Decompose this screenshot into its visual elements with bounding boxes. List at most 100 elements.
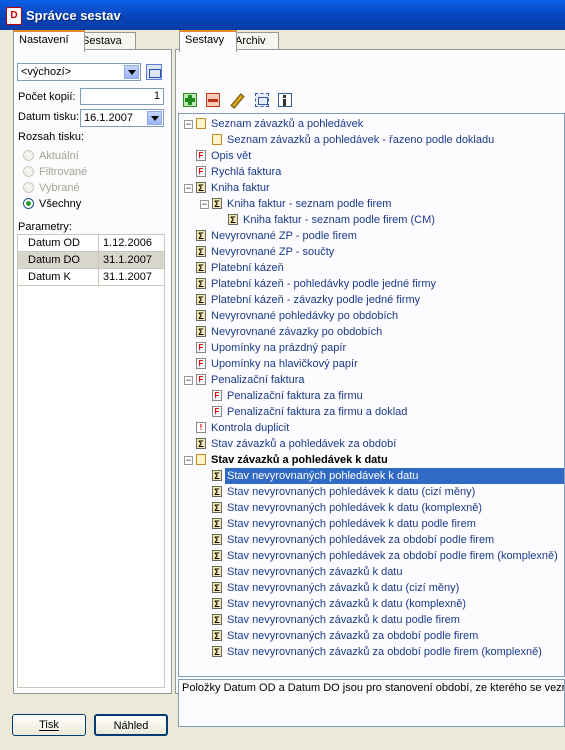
form-report-icon: F [196,166,206,177]
tree-item-label: Stav nevyrovnaných závazků za období pod… [227,646,542,658]
sum-report-icon: Σ [212,614,222,625]
tree-item[interactable]: Stav nevyrovnaných pohledávek za období … [225,532,496,548]
tab-nastaveni[interactable]: Nastavení [13,30,85,52]
tree-item[interactable]: Stav nevyrovnaných pohledávek za období … [225,548,560,564]
range-option[interactable]: Všechny [23,197,81,211]
folder-icon [212,134,222,145]
range-option-label: Aktuální [39,150,79,162]
radio-icon[interactable] [23,182,34,193]
tree-item[interactable]: Stav nevyrovnaných závazků k datu podle … [225,612,462,628]
tree-item[interactable]: Stav nevyrovnaných pohledávek k datu (ci… [225,484,477,500]
tree-item[interactable]: Penalizační faktura [209,372,307,388]
tree-item[interactable]: Stav závazků a pohledávek k datu [209,452,390,468]
copies-input[interactable]: 1 [80,88,164,105]
tree-item-label: Kontrola duplicit [211,422,290,434]
sum-report-icon: Σ [212,534,222,545]
tree-item[interactable]: Penalizační faktura za firmu a doklad [225,404,409,420]
window-title: Správce sestav [26,8,121,23]
reports-tree[interactable]: Seznam závazků a pohledávek − Seznam závaz… [178,113,565,677]
range-option[interactable]: Filtrované [23,165,87,179]
manage-profiles-icon[interactable] [146,64,162,80]
add-icon[interactable] [183,93,197,107]
preview-button[interactable]: Náhled [94,714,168,736]
tree-item[interactable]: Kontrola duplicit [209,420,291,436]
tree-item[interactable]: Nevyrovnané závazky po obdobích [209,324,384,340]
report-description: Položky Datum OD a Datum DO jsou pro sta… [178,679,565,727]
tree-item-label: Platební kázeň [211,262,284,274]
param-name: Datum DO [17,251,99,269]
radio-icon[interactable] [23,166,34,177]
sum-report-icon: Σ [196,326,206,337]
delete-icon[interactable] [206,93,220,107]
chevron-down-icon[interactable] [124,65,139,79]
tree-item[interactable]: Penalizační faktura za firmu [225,388,365,404]
radio-icon[interactable] [23,150,34,161]
tree-item-label: Penalizační faktura za firmu a doklad [227,406,408,418]
tab-sestava[interactable]: Sestava [76,32,136,50]
param-value[interactable]: 1.12.2006 [98,234,165,252]
calendar-dropdown-icon[interactable] [147,111,162,125]
tree-item[interactable]: Platební kázeň - závazky podle jedné fir… [209,292,422,308]
print-date-picker[interactable]: 16.1.2007 [80,109,164,127]
tree-item[interactable]: Kniha faktur - seznam podle firem [225,196,393,212]
tree-item-label: Stav nevyrovnaných pohledávek k datu (ko… [227,502,482,514]
tree-item[interactable]: Stav nevyrovnaných pohledávek k datu [225,468,564,484]
range-option[interactable]: Aktuální [23,149,79,163]
tree-item[interactable]: Stav nevyrovnaných závazků za období pod… [225,644,544,660]
info-icon[interactable] [278,93,292,107]
tree-item[interactable]: Nevyrovnané ZP - podle firem [209,228,359,244]
collapse-icon[interactable]: − [184,456,193,465]
collapse-icon[interactable]: − [184,376,193,385]
tree-item[interactable]: Rychlá faktura [209,164,283,180]
tree-item[interactable]: Stav nevyrovnaných závazků k datu [225,564,404,580]
param-value[interactable]: 31.1.2007 [98,251,165,269]
print-button[interactable]: Tisk [12,714,86,736]
sum-report-icon: Σ [196,278,206,289]
tree-item[interactable]: Stav nevyrovnaných závazků k datu (kompl… [225,596,468,612]
range-option-label: Filtrované [39,166,88,178]
edit-icon[interactable] [229,93,245,109]
tree-item-label: Kniha faktur - seznam podle firem (CM) [243,214,435,226]
tree-item[interactable]: Platební kázeň - pohledávky podle jedné … [209,276,438,292]
tree-item[interactable]: Seznam závazků a pohledávek - řazeno pod… [225,132,496,148]
range-option-label: Vybrané [39,182,80,194]
sum-report-icon: Σ [196,230,206,241]
tree-item[interactable]: Opis vět [209,148,253,164]
param-row[interactable]: Datum K 31.1.2007 [17,268,165,286]
param-row[interactable]: Datum OD 1.12.2006 [17,234,165,252]
tree-item[interactable]: Kniha faktur - seznam podle firem (CM) [241,212,437,228]
tree-item[interactable]: Stav závazků a pohledávek za období [209,436,398,452]
tree-item[interactable]: Nevyrovnané pohledávky po obdobích [209,308,400,324]
tab-sestavy[interactable]: Sestavy [179,30,237,52]
tree-item[interactable]: Stav nevyrovnaných pohledávek k datu pod… [225,516,478,532]
folder-icon [196,118,206,129]
range-option[interactable]: Vybrané [23,181,80,195]
tree-item[interactable]: Nevyrovnané ZP - součty [209,244,336,260]
collapse-icon[interactable]: − [200,200,209,209]
tree-item[interactable]: Stav nevyrovnaných závazků za období pod… [225,628,480,644]
tree-item[interactable]: Kniha faktur [209,180,272,196]
tree-item[interactable]: Seznam závazků a pohledávek [209,116,365,132]
sum-report-icon: Σ [196,310,206,321]
tree-item[interactable]: Upomínky na prázdný papír [209,340,348,356]
param-row[interactable]: Datum DO 31.1.2007 [17,251,165,269]
properties-icon[interactable] [255,93,269,107]
app-icon[interactable]: D [6,7,22,25]
radio-icon[interactable] [23,198,34,209]
tree-item-label: Stav nevyrovnaných závazků k datu [227,566,403,578]
collapse-icon[interactable]: − [184,184,193,193]
copies-label: Počet kopií: [18,91,76,103]
collapse-icon[interactable]: − [184,120,193,129]
tree-item[interactable]: Platební kázeň [209,260,286,276]
tree-item[interactable]: Stav nevyrovnaných pohledávek k datu (ko… [225,500,484,516]
print-date-value: 16.1.2007 [84,112,133,124]
title-bar: D Správce sestav [0,0,565,30]
sum-report-icon: Σ [212,566,222,577]
tree-item[interactable]: Upomínky na hlavičkový papír [209,356,360,372]
tree-item-label: Upomínky na hlavičkový papír [211,358,358,370]
tree-item[interactable]: Stav nevyrovnaných závazků k datu (cizí … [225,580,461,596]
profile-combo[interactable]: <výchozí> [17,63,141,81]
tree-item-label: Seznam závazků a pohledávek [211,118,364,130]
param-value[interactable]: 31.1.2007 [98,268,165,286]
sum-report-icon: Σ [212,502,222,513]
